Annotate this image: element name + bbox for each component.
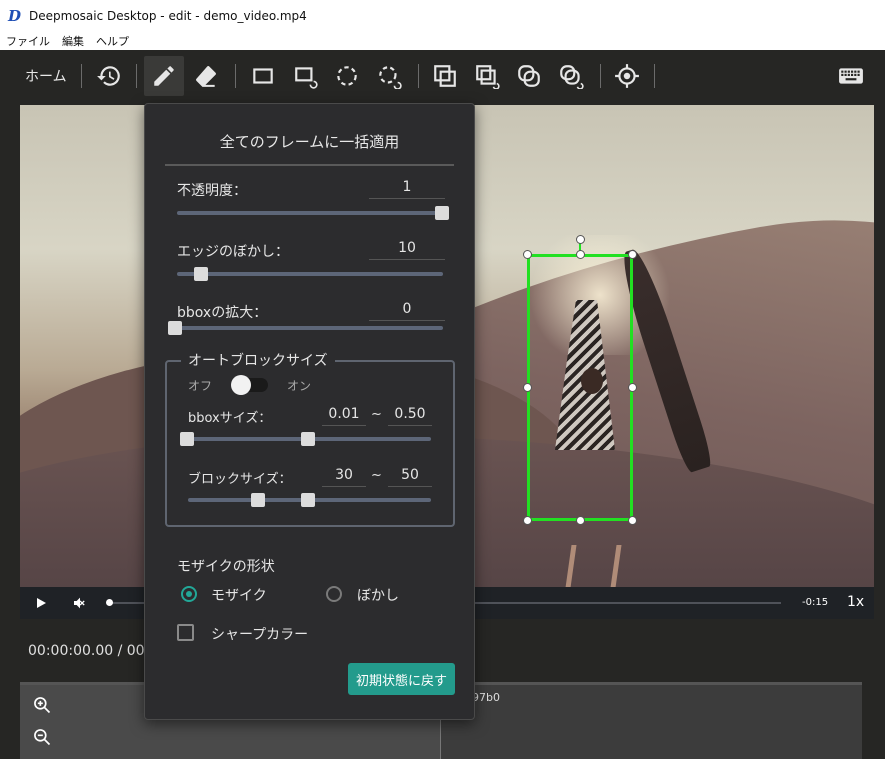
panel-title: 全てのフレームに一括適用	[219, 133, 400, 151]
bbox-rotate-handle[interactable]	[576, 235, 585, 244]
bbox-expand-field[interactable]: 0	[369, 301, 445, 321]
toggle-on-label: オン	[287, 379, 312, 393]
bbox-expand-slider[interactable]	[177, 326, 443, 330]
menu-file[interactable]: ファイル	[6, 33, 50, 49]
panel-divider	[165, 164, 454, 166]
title-bar: D Deepmosaic Desktop - edit - demo_video…	[0, 0, 885, 31]
block-size-min-field[interactable]: 30	[322, 467, 366, 487]
bbox-size-label: bboxサイズ：	[188, 411, 272, 426]
bbox-size-max-field[interactable]: 0.50	[388, 406, 432, 426]
edge-blur-slider[interactable]	[177, 272, 443, 276]
eraser-icon[interactable]	[186, 56, 226, 96]
sharp-color-checkbox[interactable]	[177, 624, 194, 641]
bounding-box[interactable]	[527, 254, 633, 521]
timecode: 00:00:00.00 / 00:	[28, 643, 150, 659]
app-logo-icon: D	[8, 6, 22, 25]
toolbar-divider	[235, 64, 236, 88]
bbox-size-tilde: ~	[371, 407, 382, 422]
zoom-out-icon[interactable]	[32, 727, 52, 747]
block-size-min-thumb[interactable]	[251, 493, 265, 507]
reset-button[interactable]: 初期状態に戻す	[348, 663, 455, 695]
toolbar-divider	[136, 64, 137, 88]
copy-ellipse-track-icon[interactable]	[551, 56, 591, 96]
edge-blur-slider-thumb[interactable]	[194, 267, 208, 281]
play-icon[interactable]	[34, 596, 48, 610]
copy-rect-icon[interactable]	[425, 56, 465, 96]
playback-speed-button[interactable]: 1x	[847, 594, 864, 610]
bbox-size-min-field[interactable]: 0.01	[322, 406, 366, 426]
keyboard-icon[interactable]	[831, 56, 871, 96]
toggle-off-label: オフ	[188, 379, 213, 393]
bbox-handle-right[interactable]	[628, 383, 637, 392]
mosaic-shape-label: モザイクの形状	[177, 559, 275, 575]
opacity-label: 不透明度：	[177, 183, 247, 199]
copy-ellipse-icon[interactable]	[509, 56, 549, 96]
bbox-size-max-thumb[interactable]	[301, 432, 315, 446]
mute-icon[interactable]	[72, 595, 88, 611]
zoom-in-icon[interactable]	[32, 695, 52, 715]
copy-rect-track-icon[interactable]	[467, 56, 507, 96]
opacity-slider[interactable]	[177, 211, 443, 215]
toolbar-divider	[418, 64, 419, 88]
ellipse-icon[interactable]	[327, 56, 367, 96]
bbox-handle-top-left[interactable]	[523, 250, 532, 259]
toolbar: ホーム	[0, 50, 885, 105]
pencil-icon[interactable]	[144, 56, 184, 96]
bbox-size-min-thumb[interactable]	[180, 432, 194, 446]
history-icon[interactable]	[89, 56, 129, 96]
bbox-expand-label: bboxの拡大：	[177, 305, 268, 321]
radio-blur[interactable]	[326, 586, 342, 602]
sharp-color-label[interactable]: シャープカラー	[211, 624, 308, 644]
home-button[interactable]: ホーム	[25, 66, 67, 86]
edge-blur-label: エッジのぼかし：	[177, 244, 289, 260]
menu-edit[interactable]: 編集	[62, 33, 84, 49]
window-title: Deepmosaic Desktop - edit - demo_video.m…	[29, 8, 307, 23]
bbox-handle-bottom-right[interactable]	[628, 516, 637, 525]
rect-track-icon[interactable]	[286, 56, 326, 96]
seek-knob[interactable]	[106, 599, 113, 606]
block-size-max-thumb[interactable]	[301, 493, 315, 507]
target-icon[interactable]	[607, 56, 647, 96]
auto-block-toggle-knob[interactable]	[231, 375, 251, 395]
timeline-clip-label: 97b0	[472, 691, 500, 704]
mosaic-settings-panel: 全てのフレームに一括適用 不透明度： 1 エッジのぼかし： 10 bboxの拡大…	[144, 103, 475, 720]
block-size-tilde: ~	[371, 468, 382, 483]
radio-mosaic-label[interactable]: モザイク	[211, 585, 267, 605]
auto-block-legend: オートブロックサイズ	[181, 350, 335, 370]
menu-help[interactable]: ヘルプ	[96, 33, 129, 49]
bbox-handle-bottom-left[interactable]	[523, 516, 532, 525]
edge-blur-field[interactable]: 10	[369, 240, 445, 260]
radio-mosaic[interactable]	[181, 586, 197, 602]
bbox-expand-slider-thumb[interactable]	[168, 321, 182, 335]
rect-icon[interactable]	[243, 56, 283, 96]
bbox-handle-bottom[interactable]	[576, 516, 585, 525]
bbox-handle-top[interactable]	[576, 250, 585, 259]
opacity-field[interactable]: 1	[369, 179, 445, 199]
time-remaining: -0:15	[802, 597, 829, 608]
radio-blur-label[interactable]: ぼかし	[357, 585, 399, 605]
menu-bar: ファイル 編集 ヘルプ	[0, 31, 885, 50]
block-size-label: ブロックサイズ：	[188, 472, 292, 487]
toolbar-divider	[81, 64, 82, 88]
ellipse-track-icon[interactable]	[369, 56, 409, 96]
toolbar-divider	[600, 64, 601, 88]
opacity-slider-thumb[interactable]	[435, 206, 449, 220]
block-size-max-field[interactable]: 50	[388, 467, 432, 487]
bbox-handle-left[interactable]	[523, 383, 532, 392]
toolbar-divider	[654, 64, 655, 88]
bbox-handle-top-right[interactable]	[628, 250, 637, 259]
video-person-legs	[564, 545, 622, 587]
